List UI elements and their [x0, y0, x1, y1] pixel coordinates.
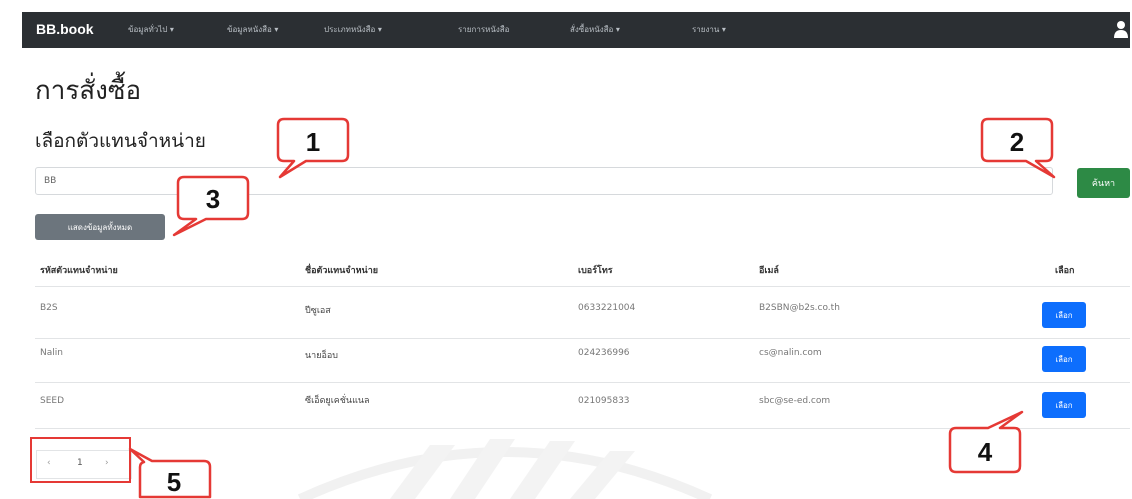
select-button[interactable]: เลือก — [1042, 302, 1086, 328]
callout-3: 3 — [172, 175, 250, 237]
top-navbar: BB.book ข้อมูลทั่วไป ▾ ข้อมูลหนังสือ ▾ ป… — [22, 12, 1130, 48]
select-button[interactable]: เลือก — [1042, 346, 1086, 372]
page-title: การสั่งซื้อ — [35, 76, 142, 106]
pagination-highlight-box — [30, 437, 131, 483]
nav-item-book-list[interactable]: รายการหนังสือ — [458, 23, 509, 36]
callout-number: 3 — [206, 184, 220, 214]
dealer-name: ปีซูเอส — [305, 306, 331, 316]
watermark-graphic — [297, 439, 713, 499]
nav-item-book-category[interactable]: ประเภทหนังสือ ▾ — [324, 23, 382, 36]
dealer-phone: 021095833 — [578, 396, 630, 406]
callout-number: 4 — [978, 437, 993, 467]
dealer-name: ซีเอ็ดยูเคชั่นแนล — [305, 396, 370, 406]
callout-5: 5 — [128, 447, 212, 499]
column-header-code: รหัสตัวแทนจำหน่าย — [40, 266, 118, 276]
brand-logo[interactable]: BB.book — [36, 21, 94, 37]
column-header-name: ชื่อตัวแทนจำหน่าย — [305, 266, 379, 276]
nav-item-general[interactable]: ข้อมูลทั่วไป ▾ — [128, 23, 174, 36]
nav-item-book-data[interactable]: ข้อมูลหนังสือ ▾ — [227, 23, 278, 36]
nav-item-report[interactable]: รายงาน ▾ — [692, 23, 726, 36]
callout-4: 4 — [948, 410, 1024, 474]
callout-1: 1 — [276, 117, 350, 179]
callout-number: 2 — [1010, 127, 1024, 157]
search-button[interactable]: ค้นหา — [1077, 168, 1130, 198]
column-header-select: เลือก — [1055, 266, 1075, 276]
show-all-button[interactable]: แสดงข้อมูลทั้งหมด — [35, 214, 165, 240]
callout-number: 5 — [167, 467, 181, 497]
select-button[interactable]: เลือก — [1042, 392, 1086, 418]
row-divider — [35, 338, 1130, 339]
dealer-email: cs@nalin.com — [759, 348, 822, 358]
dealer-code: SEED — [40, 396, 65, 406]
dealer-code: Nalin — [40, 348, 63, 358]
dealer-name: นายอ็อบ — [305, 351, 339, 361]
callout-2: 2 — [980, 117, 1056, 179]
table-header-divider — [35, 286, 1130, 287]
dealer-code: B2S — [40, 303, 58, 313]
dealer-phone: 0633221004 — [578, 303, 636, 313]
page-subtitle: เลือกตัวแทนจำหน่าย — [35, 130, 206, 152]
dealer-phone: 024236996 — [578, 348, 630, 358]
row-divider — [35, 382, 1130, 383]
dealer-email: B2SBN@b2s.co.th — [759, 303, 840, 313]
callout-number: 1 — [306, 127, 320, 157]
nav-item-order-book[interactable]: สั่งซื้อหนังสือ ▾ — [570, 23, 620, 36]
column-header-phone: เบอร์โทร — [578, 266, 613, 276]
user-icon[interactable] — [1114, 20, 1128, 38]
dealer-email: sbc@se-ed.com — [759, 396, 831, 406]
column-header-email: อีเมล์ — [759, 266, 779, 276]
